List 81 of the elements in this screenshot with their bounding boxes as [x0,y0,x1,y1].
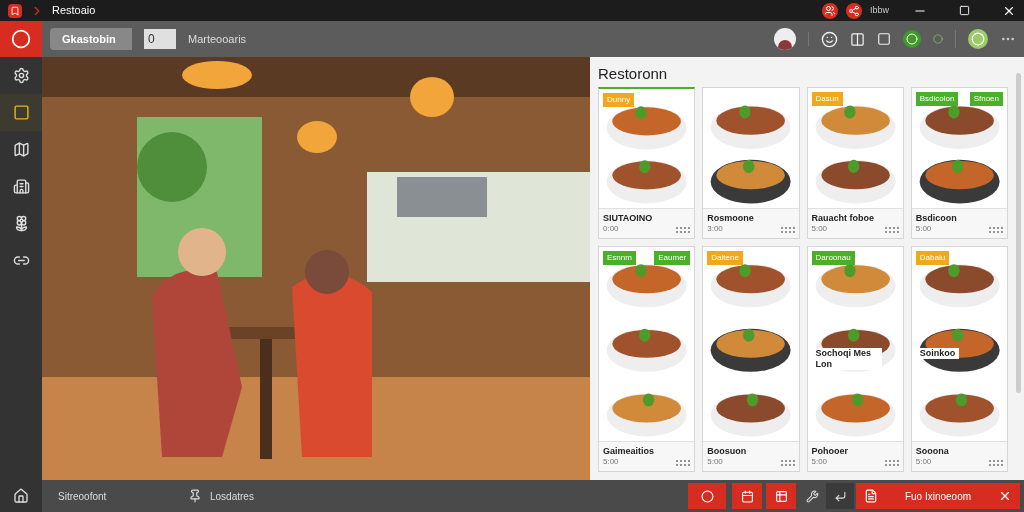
tag: Bsdicoion [915,92,959,106]
dish-price: 3:00 [707,224,724,234]
dish-price: 5:00 [707,457,724,467]
dish-name: Sooona [915,445,949,457]
menu-card[interactable]: Rosmoone 3:00 [702,87,800,239]
dish-name: Rosmoone [707,212,754,224]
tag: Daitene [707,251,743,265]
menu-card[interactable]: Daroonau Sochoqi Mes Lon Pohooer 5:00 [806,246,904,472]
calendar-button[interactable] [732,483,762,509]
home-icon[interactable] [13,488,29,504]
table-icon [774,489,788,503]
breadcrumb[interactable]: Gkastobin [50,27,132,51]
dish-name: Rauacht foboe [811,212,874,224]
square-icon [12,104,30,121]
tag: Dabaiu [915,251,950,265]
dish-name: Pohooer [811,445,848,457]
pin-icon[interactable] [188,489,202,503]
logo-tile[interactable] [0,21,42,57]
menu-card[interactable]: Esnnm Eaumer Gaimeaitios 5:00 [598,246,696,472]
input-field[interactable]: 0 [144,29,176,49]
dish-price: 0:00 [603,224,620,234]
sidebar-item[interactable] [0,94,42,131]
tag: Esnnm [603,251,636,265]
scrollbar[interactable] [1016,73,1021,393]
bottom-label: Sitreoofont [58,489,108,504]
tool-button[interactable] [688,483,726,509]
menu-card[interactable]: Dunny SIUTAOINO 0:00 [598,87,696,239]
dots-icon [780,459,795,467]
table-button[interactable] [766,483,796,509]
dish-price: 5:00 [811,224,829,234]
enter-icon [833,489,847,503]
menu-card[interactable]: Bsdicoion Sfnoen Bsdicoon 5:00 [910,87,1008,239]
tag: Dunny [603,93,635,107]
gear-icon [12,67,30,84]
app-icon[interactable] [8,3,22,18]
dish-name: Boosuon [707,445,747,457]
maximize-icon[interactable] [959,5,970,16]
dots-icon [884,226,899,234]
menu-card[interactable]: Daitene Boosuon 5:00 [702,246,800,472]
square-icon[interactable] [877,32,891,46]
menu-title: Restoronn [598,64,669,84]
dish-name: Gaimeaitios [603,445,655,457]
building-icon [12,178,30,195]
dish-name: Bsdicoon [915,212,957,224]
menu-card[interactable]: Dabaiu Soinkoo Sooona 5:00 [910,246,1008,472]
tag: Eaumer [654,251,691,265]
window-title: Restoaio [52,3,96,19]
dots-icon [780,226,795,234]
users-icon[interactable] [822,2,838,19]
dots-icon [884,459,899,467]
dish-price: 5:00 [811,457,829,467]
status-icon[interactable] [903,30,921,48]
status-text: Ibbw [870,3,889,17]
avatar[interactable] [774,28,796,50]
document-icon [864,489,878,503]
dish-price: 5:00 [915,457,933,467]
columns-icon[interactable] [850,31,865,47]
tag: Dasun [811,92,843,106]
tag: Daroonau [811,251,855,265]
profile-icon[interactable] [968,29,988,49]
menu-card[interactable]: Dasun Rauacht foboe 5:00 [806,87,904,239]
toolbar-label: Marteooaris [188,31,247,47]
dish-price: 5:00 [915,224,933,234]
action-button[interactable]: Fuo Ixinoeoom [856,483,1020,509]
wrench-icon [805,489,819,503]
enter-button[interactable] [826,483,854,509]
tag: Sfnoen [969,92,1003,106]
map-icon [12,141,30,158]
logo-icon [11,29,31,49]
dots-icon [989,459,1003,467]
smiley-icon[interactable] [821,30,838,48]
dots-icon [989,226,1003,234]
dots-icon [676,226,691,234]
share-icon[interactable] [846,2,862,19]
dish-price: 5:00 [603,457,620,467]
circle-icon [700,489,714,503]
dish-name: SIUTAOINO [603,212,653,224]
calendar-icon [740,489,754,503]
dots-icon [676,459,691,467]
dot-icon [933,34,943,44]
bottom-label: Losdatres [210,489,254,504]
